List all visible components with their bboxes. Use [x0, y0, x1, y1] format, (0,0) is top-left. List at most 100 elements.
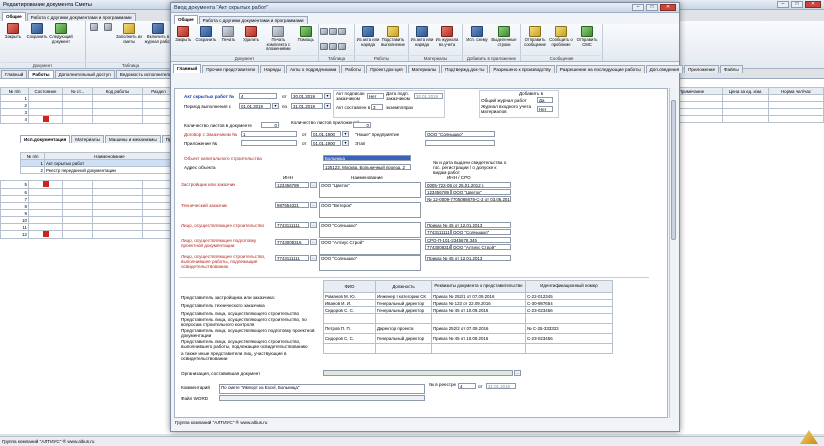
materials-journal-select[interactable]: Нет [537, 106, 553, 112]
party-inn-field[interactable]: 987654321 [275, 202, 309, 208]
dialog-doc-tab-other-reps[interactable]: Прочие представители [202, 65, 260, 73]
table-tool-icon[interactable] [329, 28, 337, 35]
table-row[interactable] [323, 343, 613, 354]
calendar-icon[interactable]: ▾ [324, 103, 331, 109]
word-file-field[interactable] [219, 395, 425, 401]
table-row[interactable] [323, 313, 613, 324]
table-row[interactable]: 3 [0, 108, 175, 116]
column-header[interactable]: № п/п [20, 152, 45, 160]
dialog-doc-tab-subcontractor-acts[interactable]: Акты о подрядчиками [285, 65, 341, 73]
registry-date-field[interactable]: 31.01.2019 [486, 383, 516, 389]
party-name-field[interactable]: ООО "Ветерок" [319, 202, 421, 218]
period-from-field[interactable]: 01.01.2019 [239, 103, 271, 109]
dialog-doc-tab-materials[interactable]: Материалы [407, 65, 441, 73]
ellipsis-icon[interactable]: … [310, 222, 317, 228]
table-row[interactable]: 5 [0, 180, 175, 189]
close-icon[interactable]: ✕ [805, 1, 821, 8]
doc-tab-main[interactable]: Главный [1, 70, 28, 78]
dialog-doc-tab-appendix[interactable]: Приложение [684, 65, 720, 73]
close-button[interactable]: Закрыть [1, 22, 25, 62]
appendix-sheets-field[interactable]: 0 [353, 122, 371, 128]
table-tool-icon[interactable] [329, 42, 337, 50]
calendar-icon[interactable]: ▾ [324, 93, 331, 99]
main-tab-other-docs[interactable]: Работа с другими документами и программа… [26, 13, 136, 21]
address-field[interactable]: 125123, Москва, Больничный проезд, 2 [323, 164, 411, 170]
close-button[interactable]: Закрыть [172, 25, 195, 55]
party-name-field[interactable]: ООО "Алтиус Строй" [319, 239, 421, 255]
party-cert-field[interactable]: Приказ № 45 от 12.01.2013 [425, 255, 511, 261]
table-row[interactable]: 10 [0, 216, 175, 224]
report-problem-button[interactable]: Сообщить о проблеме [548, 25, 574, 55]
add-selected-rows-button[interactable]: Выделенные строки [490, 25, 518, 55]
materials-from-act-button[interactable]: Из акта или наряда [410, 25, 434, 55]
stage-field[interactable] [425, 140, 495, 146]
comment-field[interactable]: По смете "Импорт из Excel, Больница" [219, 384, 425, 394]
table-row[interactable]: 12 [0, 230, 175, 239]
sub-tab-machines[interactable]: Машины и механизмы [104, 135, 161, 143]
org-field[interactable] [323, 370, 513, 376]
list-item[interactable]: 2 Реестр переданной документации [20, 166, 175, 174]
vertical-scrollbar[interactable] [669, 88, 676, 418]
party-inn-field[interactable]: 7743111111 [275, 222, 309, 228]
dialog-doc-tab-confirming-docs[interactable]: Подтвержд.док-ты [441, 65, 489, 73]
dialog-doc-tab-subsequent[interactable]: Разрешение на последующие работы [555, 65, 645, 73]
column-header[interactable]: Цена за ед. изм. [722, 87, 769, 95]
act-date-field[interactable]: 30.01.2019 [291, 93, 323, 99]
general-journal-select[interactable]: Да [537, 97, 553, 103]
our-company-field[interactable]: ООО "Солнышко" [425, 131, 495, 137]
party-inn-field[interactable]: 123456789 [275, 182, 309, 188]
table-row[interactable]: Петров П. П. Директор проекта Приказ 252/2… [323, 323, 613, 334]
calendar-icon[interactable]: ▾ [342, 131, 349, 137]
doc-tab-works[interactable]: Работы [28, 70, 54, 78]
print-button[interactable]: Печать [217, 25, 240, 55]
party-cert-field[interactable]: № 12-0009-7705088678-С-2 от 03.06.2016 г… [425, 196, 511, 202]
act-number-field[interactable]: 4 [239, 93, 277, 99]
ellipsis-icon[interactable]: … [514, 370, 521, 376]
party-name-field[interactable]: ООО "Солнышко" [319, 255, 421, 271]
column-header[interactable]: Код работы [92, 87, 143, 95]
column-header[interactable]: Норма чел/час [768, 87, 824, 95]
table-row[interactable]: 6 [0, 188, 175, 196]
works-from-act-button[interactable]: Из акта или наряда [356, 25, 380, 55]
registry-number-field[interactable]: 4 [458, 383, 476, 389]
party-cert-inn-field[interactable]: 123456789 [425, 189, 451, 195]
scrollbar-thumb[interactable] [671, 100, 676, 240]
send-message-button[interactable]: Отправить сообщение [522, 25, 548, 55]
ellipsis-icon[interactable]: … [310, 255, 317, 261]
add-scheme-button[interactable]: Исп. схему [464, 25, 490, 55]
include-in-journal-button[interactable]: Включить в журнал работ [143, 22, 173, 62]
party-inn-field[interactable]: 7743008316 [275, 239, 309, 245]
list-item[interactable]: 1 Акт скрытых работ [20, 159, 175, 167]
calendar-icon[interactable]: ▾ [272, 103, 279, 109]
party-cert-field[interactable]: СРО-П-101-2345678.345 [425, 237, 511, 243]
table-row[interactable]: Сидоров С. С. Генеральный директор Приказ … [323, 333, 613, 344]
doc-tab-access[interactable]: Дополнительный доступ [54, 70, 115, 78]
table-row[interactable]: 11 [0, 223, 175, 231]
sheets-field[interactable]: 0 [261, 122, 279, 128]
materials-from-journal-button[interactable]: Из журнала вх.учета [434, 25, 460, 55]
maximize-icon[interactable]: □ [646, 4, 658, 11]
dialog-doc-tab-works[interactable]: Работы [341, 65, 366, 73]
dialog-tab-other-docs[interactable]: Работа с другими документами и программа… [198, 16, 308, 24]
minimize-icon[interactable]: – [777, 1, 789, 8]
party-cert-field[interactable]: Приказ № 45 от 12.01.2013 [425, 222, 511, 228]
table-row[interactable]: 9 [0, 209, 175, 217]
table-row[interactable]: Сидоров С. С. Генеральный директор Приказ … [323, 306, 613, 314]
dialog-doc-tab-files[interactable]: Файлы [720, 65, 743, 73]
column-header[interactable]: № п/п [0, 87, 29, 95]
dialog-tab-general[interactable]: Общие [174, 15, 198, 24]
calendar-icon[interactable]: ▾ [342, 140, 349, 146]
party-name-field[interactable]: ООО "Солнышко" [319, 222, 421, 238]
sub-tab-documentation[interactable]: Исп.документация [20, 135, 71, 143]
period-to-field[interactable]: 31.01.2019 [291, 103, 323, 109]
next-document-button[interactable]: Следующий документ [49, 22, 73, 62]
print-set-button[interactable]: Печать комплекта с вложениями [262, 25, 294, 55]
dialog-doc-tab-permitted[interactable]: Разрешено к производству [489, 65, 555, 73]
party-inn-field[interactable]: 7743111111 [275, 255, 309, 261]
appendix-date-field[interactable]: 01.01.1900 [311, 140, 341, 146]
table-row[interactable]: Романов М. Ю. Инженер I категории СК Прика… [323, 292, 613, 300]
party-cert-name-field[interactable]: ООО "Алтиус Строй" [451, 244, 511, 250]
table-row[interactable]: 1 [0, 94, 175, 102]
party-cert-inn-field[interactable]: 7743111111 [425, 229, 451, 235]
dialog-doc-tab-orders[interactable]: Наряды [260, 65, 285, 73]
